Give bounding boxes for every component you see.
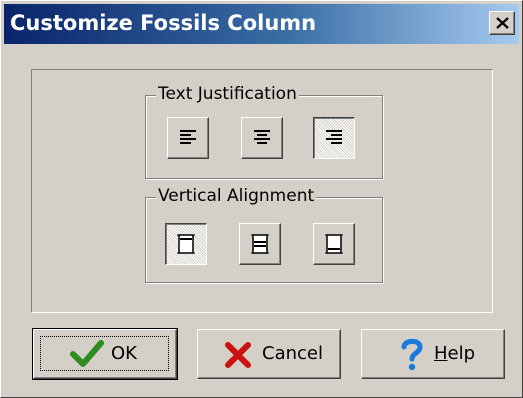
text-justification-label: Text Justification <box>156 84 299 104</box>
x-icon <box>225 342 251 368</box>
dialog-window: Customize Fossils Column Text Justificat… <box>0 0 523 398</box>
align-left-button[interactable] <box>167 117 209 159</box>
align-bottom-button[interactable] <box>313 223 355 265</box>
vertical-alignment-group: Vertical Alignment <box>145 186 383 283</box>
cancel-button[interactable]: Cancel <box>197 329 341 379</box>
align-center-icon <box>254 130 270 144</box>
cancel-label: Cancel <box>262 343 323 364</box>
ok-label: OK <box>111 343 137 364</box>
vertical-alignment-label: Vertical Alignment <box>156 186 317 206</box>
title-bar[interactable]: Customize Fossils Column <box>4 4 519 44</box>
focus-ring <box>40 336 169 371</box>
window-title: Customize Fossils Column <box>10 11 317 35</box>
align-top-icon <box>177 234 195 254</box>
close-icon <box>496 17 509 29</box>
align-middle-icon <box>251 234 269 254</box>
align-bottom-icon <box>325 234 343 254</box>
align-left-icon <box>180 130 196 144</box>
align-right-button[interactable] <box>313 117 355 159</box>
help-button[interactable]: Help <box>361 329 505 379</box>
align-top-button[interactable] <box>165 223 207 265</box>
question-mark-icon <box>401 338 423 371</box>
checkmark-icon <box>70 340 104 367</box>
align-center-button[interactable] <box>241 117 283 159</box>
close-button[interactable] <box>489 11 515 35</box>
align-middle-button[interactable] <box>239 223 281 265</box>
align-right-icon <box>326 130 342 144</box>
options-panel: Text Justification Vertical Alignment <box>31 69 493 313</box>
text-justification-group: Text Justification <box>145 84 383 179</box>
help-label: Help <box>434 343 476 364</box>
ok-button[interactable]: OK <box>32 328 178 380</box>
